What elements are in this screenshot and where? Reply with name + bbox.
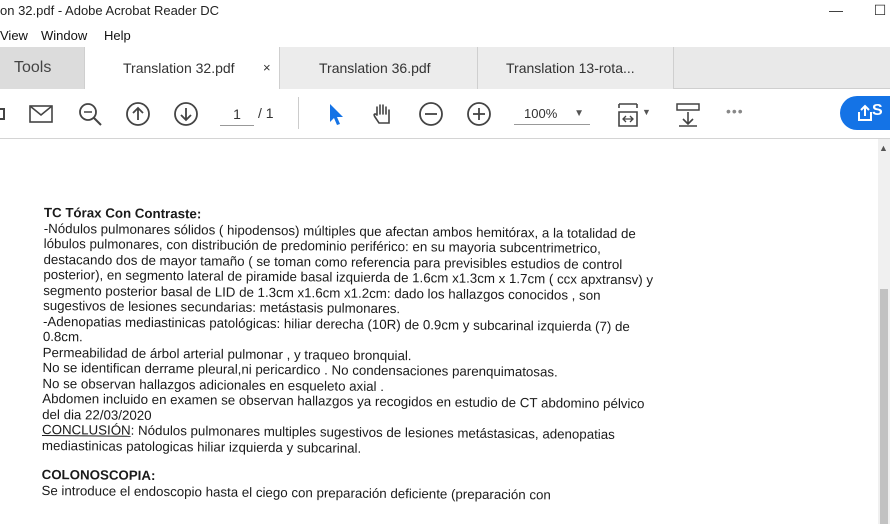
scroll-up-icon[interactable]: ▲ xyxy=(879,143,888,153)
maximize-button[interactable]: ☐ xyxy=(858,0,890,22)
window-title: on 32.pdf - Adobe Acrobat Reader DC xyxy=(0,3,219,18)
chevron-down-icon: ▼ xyxy=(574,108,584,119)
zoom-out-icon[interactable] xyxy=(417,100,445,128)
tab-tools-label: Tools xyxy=(14,59,52,76)
share-button[interactable]: S xyxy=(840,96,890,130)
select-cursor-icon[interactable] xyxy=(322,100,350,128)
tab-label: Translation 32.pdf xyxy=(123,60,235,76)
pdf-page: TC Tórax Con Contraste: -Nódulos pulmona… xyxy=(41,205,764,504)
page-total: / 1 xyxy=(258,105,274,121)
vertical-scrollbar[interactable]: ▲ xyxy=(878,139,890,524)
zoom-in-icon[interactable] xyxy=(465,100,493,128)
share-label: S xyxy=(872,102,883,119)
title-bar: on 32.pdf - Adobe Acrobat Reader DC — ☐ xyxy=(0,0,890,22)
tab-label: Translation 13-rota... xyxy=(506,60,635,76)
tab-translation-32[interactable]: Translation 32.pdf × xyxy=(84,47,280,89)
close-tab-icon[interactable]: × xyxy=(263,47,271,89)
tc-findings: -Nódulos pulmonares sólidos ( hipodensos… xyxy=(42,220,764,428)
tab-label: Translation 36.pdf xyxy=(319,60,431,76)
tab-tools[interactable]: Tools xyxy=(0,47,84,89)
menu-bar: View Window Help xyxy=(0,25,890,47)
tab-strip: Tools Translation 32.pdf × Translation 3… xyxy=(0,47,890,89)
zoom-value: 100% xyxy=(524,106,558,121)
tab-translation-36[interactable]: Translation 36.pdf xyxy=(280,47,478,89)
menu-view[interactable]: View xyxy=(0,28,28,43)
hand-tool-icon[interactable] xyxy=(369,100,397,128)
email-icon[interactable] xyxy=(27,100,55,128)
fit-page-icon[interactable] xyxy=(614,100,642,128)
page-up-icon[interactable] xyxy=(124,100,152,128)
menu-help[interactable]: Help xyxy=(104,28,131,43)
tab-translation-13[interactable]: Translation 13-rota... xyxy=(478,47,674,89)
toolbar: 1 / 1 100% ▼ ▼ ••• S xyxy=(0,89,890,139)
print-icon[interactable] xyxy=(0,100,10,128)
document-viewer[interactable]: TC Tórax Con Contraste: -Nódulos pulmona… xyxy=(0,139,878,524)
page-number-input[interactable]: 1 xyxy=(220,103,254,126)
chevron-down-icon[interactable]: ▼ xyxy=(642,107,651,117)
minimize-button[interactable]: — xyxy=(814,0,858,22)
page-down-icon[interactable] xyxy=(172,100,200,128)
toolbar-divider xyxy=(298,97,299,129)
more-icon[interactable]: ••• xyxy=(726,103,744,119)
conclusion-label: CONCLUSIÓN xyxy=(41,421,131,438)
menu-window[interactable]: Window xyxy=(41,28,87,43)
scroll-mode-icon[interactable] xyxy=(674,100,702,128)
zoom-search-icon[interactable] xyxy=(76,100,104,128)
scrollbar-thumb[interactable] xyxy=(880,289,888,524)
zoom-select[interactable]: 100% ▼ xyxy=(514,103,590,125)
